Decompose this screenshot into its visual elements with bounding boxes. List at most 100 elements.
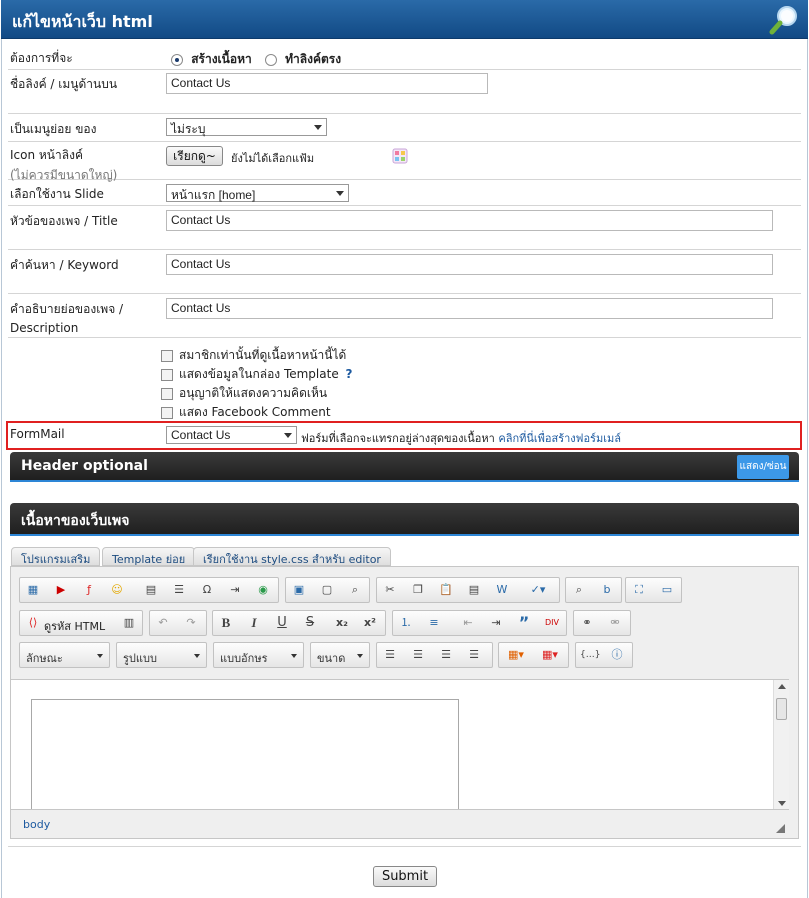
- templates-icon[interactable]: ▥: [120, 615, 138, 631]
- bold-button[interactable]: B: [217, 615, 235, 631]
- row-want: ต้องการที่จะ สร้างเนื้อหา ทำลิงค์ตรง: [8, 44, 801, 70]
- toolbar-group-colors: ▦▾ ▦▾: [498, 642, 569, 668]
- find-icon[interactable]: ⌕: [570, 582, 588, 598]
- keyword-input[interactable]: Contact Us: [166, 254, 773, 275]
- browse-button[interactable]: เรียกดู~: [166, 146, 223, 166]
- redo-icon[interactable]: ↷: [182, 615, 200, 631]
- toolbar-group-insert: ▦ ▶ ƒ ☺ ▤ ☰ Ω ⇥ ◉: [19, 577, 279, 603]
- special-char-icon[interactable]: Ω: [198, 582, 216, 598]
- magnifier-icon[interactable]: [768, 4, 800, 36]
- resize-grip-icon[interactable]: [776, 824, 785, 833]
- align-right-icon[interactable]: ☰: [437, 647, 455, 663]
- save-template-icon[interactable]: ▦: [24, 582, 42, 598]
- help-icon[interactable]: ?: [346, 367, 353, 381]
- radio-create[interactable]: [171, 53, 183, 66]
- indent-icon[interactable]: ⇥: [487, 615, 505, 631]
- page-break-icon[interactable]: ⇥: [226, 582, 244, 598]
- align-justify-icon[interactable]: ☰: [465, 647, 483, 663]
- formmail-select-value: Contact Us: [171, 428, 231, 442]
- checkbox-row-members: สมาชิกเท่านั้นที่ดูเนื้อหาหน้านี้ได้: [161, 346, 346, 365]
- show-blocks-icon[interactable]: ▭: [658, 582, 676, 598]
- outdent-icon[interactable]: ⇤: [459, 615, 477, 631]
- align-center-icon[interactable]: ☰: [409, 647, 427, 663]
- size-select[interactable]: ขนาด: [310, 642, 370, 668]
- tab-style-css[interactable]: เรียกใช้งาน style.css สำหรับ editor: [193, 547, 391, 566]
- source-html-button[interactable]: ดูรหัส HTML: [44, 617, 105, 635]
- checkbox-label: อนุญาติให้แสดงความคิดเห็น: [179, 386, 328, 400]
- replace-icon[interactable]: b: [598, 582, 616, 598]
- toolbar-group-find: ⌕ b: [565, 577, 622, 603]
- toolbar-group-align: ☰ ☰ ☰ ☰: [376, 642, 493, 668]
- toggle-button[interactable]: แสดง/ซ่อน: [737, 455, 789, 479]
- about-info-icon[interactable]: ⓘ: [608, 647, 626, 663]
- unlink-icon[interactable]: ⚮: [606, 615, 624, 631]
- italic-button[interactable]: I: [245, 615, 263, 631]
- spellcheck-icon[interactable]: ✓▾: [523, 582, 553, 598]
- youtube-icon[interactable]: ▶: [52, 582, 70, 598]
- blockquote-icon[interactable]: ”: [515, 615, 533, 631]
- format-select[interactable]: รูปแบบ: [116, 642, 207, 668]
- slide-select[interactable]: หน้าแรก [home]: [166, 184, 349, 202]
- title-input[interactable]: Contact Us: [166, 210, 773, 231]
- scroll-down-icon[interactable]: [778, 801, 786, 806]
- paste-text-icon[interactable]: ▤: [465, 582, 483, 598]
- tab-plugins[interactable]: โปรแกรมเสริม: [11, 547, 101, 566]
- editor-content-area[interactable]: [11, 679, 789, 811]
- scroll-thumb[interactable]: [776, 698, 787, 720]
- submit-button[interactable]: Submit: [373, 866, 437, 887]
- formmail-label: FormMail: [10, 427, 65, 441]
- link-icon[interactable]: ⚭: [578, 615, 596, 631]
- create-formmail-link[interactable]: คลิกที่นี่เพื่อสร้างฟอร์มเมล์: [498, 432, 621, 445]
- editor-scrollbar[interactable]: [773, 680, 789, 810]
- checkbox-show-template[interactable]: [161, 368, 173, 381]
- smiley-icon[interactable]: ☺: [108, 582, 126, 598]
- maximize-icon[interactable]: ⛶: [630, 582, 648, 598]
- source-code-icon: ⟨⟩: [28, 616, 38, 629]
- ordered-list-icon[interactable]: ⒈: [397, 615, 415, 631]
- link-name-input[interactable]: Contact Us: [166, 73, 488, 94]
- formmail-note: ฟอร์มที่เลือกจะแทรกอยู่ล่างสุดของเนื้อหา: [301, 432, 495, 445]
- checkbox-facebook-comment[interactable]: [161, 406, 173, 419]
- table-icon[interactable]: ▤: [142, 582, 160, 598]
- text-color-icon[interactable]: ▦▾: [503, 647, 529, 663]
- font-select[interactable]: แบบอักษร: [213, 642, 304, 668]
- preview-icon[interactable]: ⌕: [346, 582, 364, 598]
- iframe-globe-icon[interactable]: ◉: [254, 582, 272, 598]
- align-left-icon[interactable]: ☰: [381, 647, 399, 663]
- cut-icon[interactable]: ✂: [381, 582, 399, 598]
- element-path[interactable]: body: [23, 818, 50, 831]
- save-icon[interactable]: ▣: [290, 582, 308, 598]
- horizontal-rule-icon[interactable]: ☰: [170, 582, 188, 598]
- submenu-label: เป็นเมนูย่อย ของ: [10, 122, 97, 136]
- subscript-button[interactable]: x₂: [333, 615, 351, 631]
- checkbox-allow-comments[interactable]: [161, 387, 173, 400]
- scroll-up-icon[interactable]: [778, 684, 786, 689]
- flash-icon[interactable]: ƒ: [80, 582, 98, 598]
- paste-word-icon[interactable]: W: [493, 582, 511, 598]
- code-snippet-icon[interactable]: {…}: [580, 647, 600, 663]
- editor-status-bar: body: [11, 809, 789, 838]
- paste-icon[interactable]: 📋: [437, 582, 455, 598]
- bullet-list-icon[interactable]: ≡: [425, 615, 443, 631]
- want-label: ต้องการที่จะ: [10, 51, 73, 65]
- strike-button[interactable]: S: [301, 615, 319, 631]
- tab-template[interactable]: Template ย่อย: [102, 547, 196, 566]
- checkbox-row-template: แสดงข้อมูลในกล่อง Template ?: [161, 365, 353, 384]
- description-input[interactable]: Contact Us: [166, 298, 773, 319]
- div-container-icon[interactable]: DIV: [543, 615, 561, 631]
- formmail-select[interactable]: Contact Us: [166, 426, 297, 444]
- new-page-icon[interactable]: ▢: [318, 582, 336, 598]
- background-color-icon[interactable]: ▦▾: [537, 647, 563, 663]
- checkbox-members-only[interactable]: [161, 349, 173, 362]
- underline-button[interactable]: U: [273, 615, 291, 631]
- undo-icon[interactable]: ↶: [154, 615, 172, 631]
- desc-label-2: Description: [10, 321, 79, 335]
- superscript-button[interactable]: x²: [361, 615, 379, 631]
- copy-icon[interactable]: ❐: [409, 582, 427, 598]
- submenu-select[interactable]: ไม่ระบุ: [166, 118, 327, 136]
- style-select[interactable]: ลักษณะ: [19, 642, 110, 668]
- desc-label-wrap: คำอธิบายย่อของเพจ / Description: [10, 300, 123, 335]
- toolbar-group-view: ⛶ ▭: [625, 577, 682, 603]
- chevron-down-icon: [284, 433, 292, 438]
- radio-link[interactable]: [264, 53, 277, 66]
